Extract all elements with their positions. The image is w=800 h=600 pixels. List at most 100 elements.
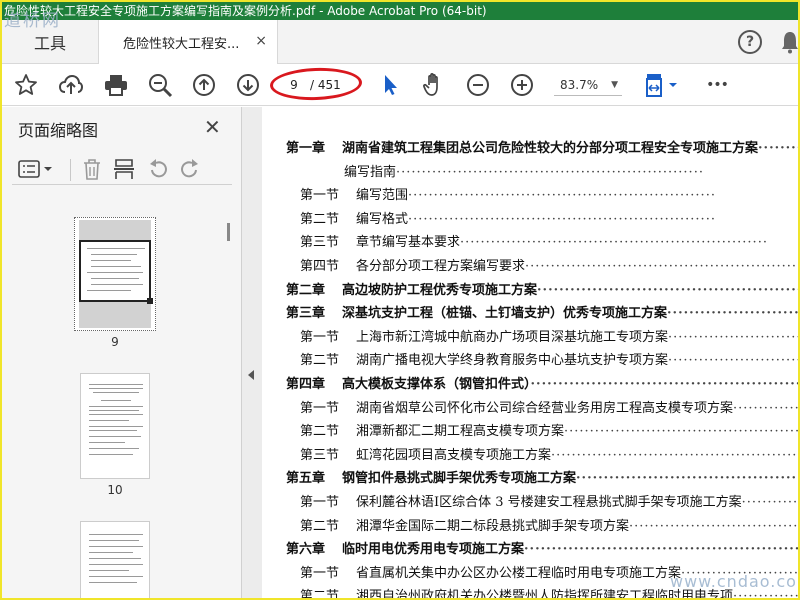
toc-entry-number: 第一章	[286, 141, 326, 156]
previous-page-icon[interactable]	[190, 71, 218, 99]
zoom-out-icon[interactable]	[464, 71, 492, 99]
zoom-in-icon[interactable]	[508, 71, 536, 99]
toc-leader-dots: ········································…	[576, 471, 798, 486]
toc-leader-dots: ········································…	[733, 401, 798, 416]
toc-chapter-entry[interactable]: 第二章 高边坡防护工程优秀专项施工方案······················…	[286, 279, 798, 298]
thumbnail-label: 10	[107, 483, 123, 497]
more-tools-icon[interactable]: •••	[700, 71, 734, 99]
toc-leader-dots: ········································…	[537, 283, 798, 298]
toc-chapter-entry[interactable]: 第五章 钢管扣件悬挑式脚手架优秀专项施工方案···················…	[286, 467, 798, 486]
toc-leader-dots: ········································…	[524, 542, 798, 557]
toc-section-entry[interactable]: 第四节 各分部分项工程方案编写要求························…	[300, 255, 798, 274]
zoom-level-select[interactable]: 83.7% ▼	[554, 74, 622, 96]
toc-entry-title: 编写范围	[356, 188, 409, 203]
thumbnail-label: 9	[111, 335, 119, 349]
close-panel-icon[interactable]: ✕	[204, 115, 221, 139]
toc-entry-title: 湖南省建筑工程集团总公司危险性较大的分部分项工程安全专项施工方案	[342, 141, 759, 156]
thumbnail-image	[79, 220, 153, 328]
toc-section-entry[interactable]: 第一节 编写范围·································…	[300, 184, 716, 203]
thumbnail-page-9[interactable]	[74, 217, 156, 331]
chevron-down-icon: ▼	[611, 80, 618, 90]
select-cursor-icon[interactable]	[376, 71, 404, 99]
toc-entry-number: 第一节	[300, 495, 340, 510]
window-title: 危险性较大工程安全专项施工方案编写指南及案例分析.pdf - Adobe Acr…	[2, 2, 798, 20]
toc-leader-dots: ········································…	[564, 424, 798, 439]
help-icon[interactable]: ?	[738, 30, 762, 54]
fit-page-width-icon[interactable]	[642, 71, 682, 99]
toc-entry-title: 编写格式	[356, 212, 409, 227]
thumbnail-page-11[interactable]	[80, 521, 150, 598]
watermark-bottom: www.cndao.com	[670, 572, 798, 591]
collapse-arrow-icon	[248, 370, 254, 380]
tab-bar: 工具 危险性较大工程安... × ?	[2, 20, 798, 65]
toc-entry-title: 高边坡防护工程优秀专项施工方案	[342, 283, 538, 298]
toc-section-entry[interactable]: 第三节 章节编写基本要求·····························…	[300, 231, 768, 250]
toc-entry-title: 各分部分项工程方案编写要求	[356, 259, 526, 274]
toc-section-entry[interactable]: 第一节 保利麓谷林语Ⅰ区综合体 3 号楼建安工程悬挑式脚手架专项施工方案·····…	[300, 491, 798, 510]
toc-entry-number: 第一节	[300, 188, 340, 203]
toc-entry-title: 省直属机关集中办公区办公楼工程临时用电专项施工方案	[356, 566, 682, 581]
toc-chapter-entry[interactable]: 第一章 湖南省建筑工程集团总公司危险性较大的分部分项工程安全专项施工方案·····…	[286, 137, 798, 156]
toc-section-entry[interactable]: 第一节 湖南省烟草公司怀化市公司综合经营业务用房工程高支模专项方案········…	[300, 397, 798, 416]
rotate-clockwise-icon[interactable]	[178, 157, 202, 181]
insert-page-icon[interactable]	[112, 157, 136, 181]
toc-entry-number: 第四节	[300, 259, 340, 274]
toc-section-entry[interactable]: 第一节 上海市新江湾城中航商办广场项目深基坑施工专项方案·············…	[300, 326, 798, 345]
toc-entry-title: 虹湾花园项目高支模专项施工方案	[356, 448, 552, 463]
thumbnail-scrollbar[interactable]	[224, 199, 236, 598]
toc-leader-dots: ········································…	[741, 495, 798, 510]
toolbar-divider	[70, 159, 71, 181]
toc-entry-number: 第一节	[300, 566, 340, 581]
toc-entry-title: 保利麓谷林语Ⅰ区综合体 3 号楼建安工程悬挑式脚手架专项施工方案	[356, 495, 742, 510]
toc-section-entry[interactable]: 第二节 湘潭新都汇二期工程高支模专项方案·····················…	[300, 420, 798, 439]
panel-collapse-handle[interactable]	[242, 107, 262, 598]
zoom-out-search-icon[interactable]	[146, 71, 174, 99]
toc-chapter-entry[interactable]: 第六章 临时用电优秀用电专项施工方案·······················…	[286, 538, 798, 557]
annotation-ellipse	[269, 66, 363, 102]
toc-entry-title: 湘潭新都汇二期工程高支模专项方案	[356, 424, 565, 439]
cloud-upload-icon[interactable]	[57, 71, 85, 99]
bookmark-star-icon[interactable]	[12, 71, 40, 99]
tab-document[interactable]: 危险性较大工程安... ×	[98, 20, 278, 65]
toc-leader-dots: ········································…	[758, 141, 798, 156]
toc-entry-title: 章节编写基本要求	[356, 235, 461, 250]
document-view[interactable]: 第一章 湖南省建筑工程集团总公司危险性较大的分部分项工程安全专项施工方案·····…	[262, 107, 798, 598]
panel-toolbar	[12, 153, 232, 185]
tab-document-label: 危险性较大工程安...	[123, 37, 240, 52]
toc-entry-title: 高大模板支撑体系（钢管扣件式）	[342, 377, 531, 392]
toc-entry-number: 第三节	[300, 235, 340, 250]
next-page-icon[interactable]	[234, 71, 262, 99]
toc-entry-title: 上海市新江湾城中航商办广场项目深基坑施工专项方案	[356, 330, 669, 345]
toc-entry-title: 深基坑支护工程（桩锚、土钉墙支护）优秀专项施工方案	[342, 306, 668, 321]
toc-leader-dots: ········································…	[408, 188, 716, 203]
print-icon[interactable]	[102, 71, 130, 99]
acrobat-window: 危险性较大工程安全专项施工方案编写指南及案例分析.pdf - Adobe Acr…	[2, 2, 798, 598]
toc-section-entry[interactable]: 第三节 虹湾花园项目高支模专项施工方案······················…	[300, 444, 798, 463]
trash-icon[interactable]	[80, 157, 104, 181]
rotate-counterclockwise-icon[interactable]	[146, 157, 170, 181]
toc-leader-dots: ········································…	[460, 235, 768, 250]
toc-chapter-entry[interactable]: 第四章 高大模板支撑体系（钢管扣件式）······················…	[286, 373, 798, 392]
bell-icon[interactable]	[780, 30, 798, 54]
toc-entry-number: 第二节	[300, 353, 340, 368]
toc-leader-dots: ········································…	[667, 306, 798, 321]
toc-entry-number: 第五章	[286, 471, 326, 486]
hand-tool-icon[interactable]	[420, 71, 448, 99]
thumbnail-page-10[interactable]	[80, 373, 150, 479]
watermark-top: 道桥网	[4, 11, 61, 31]
toc-entry-number: 第二章	[286, 283, 326, 298]
toc-section-entry[interactable]: 第二节 编写格式·································…	[300, 208, 716, 227]
toc-leader-dots: ········································…	[396, 165, 704, 180]
toc-section-entry[interactable]: 第二节 湘潭华金国际二期二标段悬挑式脚手架专项方案················…	[300, 515, 798, 534]
toc-leader-dots: ········································…	[629, 519, 798, 534]
options-menu-icon[interactable]	[18, 157, 54, 181]
toc-chapter-entry[interactable]: 第三章 深基坑支护工程（桩锚、土钉墙支护）优秀专项施工方案············…	[286, 302, 798, 321]
toc-leader-dots: ········································…	[408, 212, 716, 227]
toc-section-entry[interactable]: 第二节 湖南广播电视大学终身教育服务中心基坑支护专项方案·············…	[300, 349, 798, 368]
toc-section-entry[interactable]: 编写指南····································…	[344, 161, 704, 180]
visible-area-box[interactable]	[79, 240, 153, 304]
tab-close-icon[interactable]: ×	[255, 33, 267, 49]
thumbnails-panel: 页面缩略图 ✕ 9 10	[2, 107, 242, 598]
scrollbar-thumb[interactable]	[227, 223, 230, 241]
panel-title: 页面缩略图	[18, 121, 99, 140]
